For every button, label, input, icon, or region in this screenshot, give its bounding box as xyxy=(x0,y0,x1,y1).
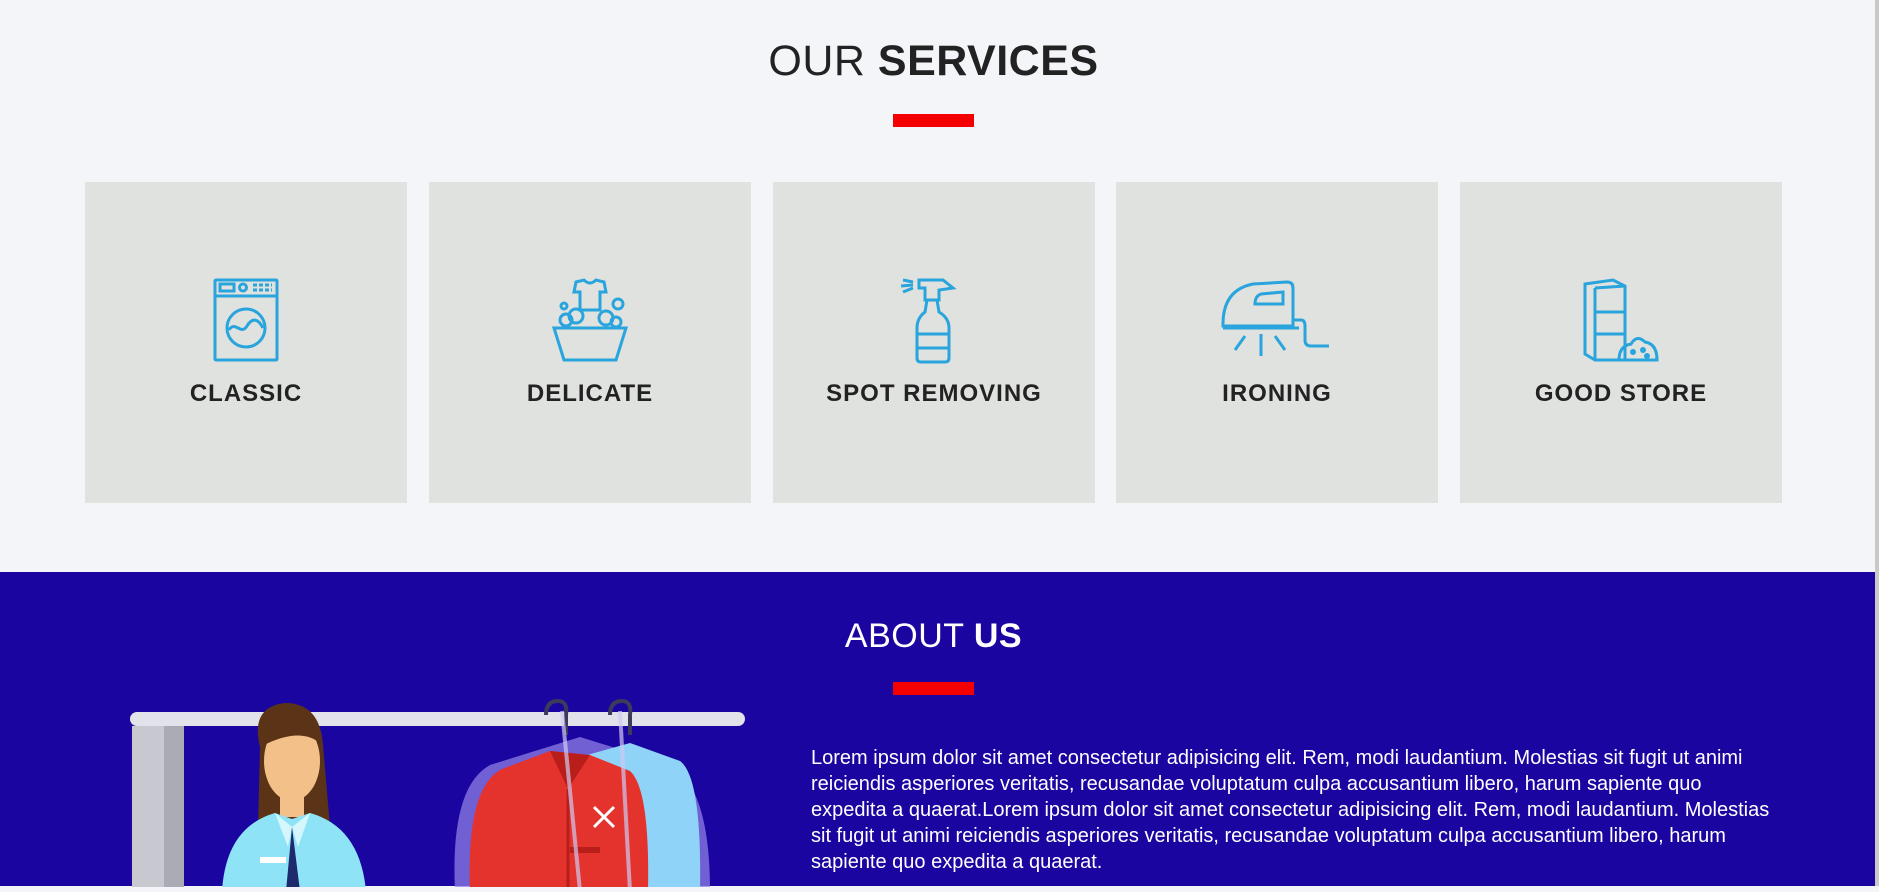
service-card-classic[interactable]: CLASSIC xyxy=(85,182,407,503)
spray-bottle-icon xyxy=(773,276,1095,364)
about-section: ABOUT US Lorem ipsum dolor sit amet cons… xyxy=(0,572,1879,892)
service-card-good-store[interactable]: GOOD STORE xyxy=(1460,182,1782,503)
service-card-delicate[interactable]: DELICATE xyxy=(429,182,751,503)
about-title: ABOUT US xyxy=(0,617,1867,656)
washing-machine-icon xyxy=(85,276,407,364)
service-label: IRONING xyxy=(1222,380,1332,407)
iron-icon xyxy=(1116,276,1438,364)
about-title-bold: US xyxy=(973,617,1023,655)
title-underline xyxy=(893,114,974,127)
service-label: DELICATE xyxy=(526,380,654,407)
service-card-ironing[interactable]: IRONING xyxy=(1116,182,1438,503)
title-underline xyxy=(893,682,974,695)
about-title-light: ABOUT xyxy=(844,617,964,655)
laundry-attendant-illustration xyxy=(110,697,750,892)
hand-wash-basin-icon xyxy=(429,276,751,364)
service-label: CLASSIC xyxy=(189,380,303,407)
about-paragraph: Lorem ipsum dolor sit amet consectetur a… xyxy=(811,747,1770,873)
services-section: OUR SERVICES CLASSIC DELICATE SPOT REMOV… xyxy=(0,0,1879,572)
services-title-light: OUR xyxy=(768,37,866,85)
service-card-spot-removing[interactable]: SPOT REMOVING xyxy=(773,182,1095,503)
services-title: OUR SERVICES xyxy=(0,37,1867,86)
scrollbar[interactable] xyxy=(1875,0,1879,886)
service-label: SPOT REMOVING xyxy=(826,380,1042,407)
services-title-bold: SERVICES xyxy=(877,37,1099,85)
storage-box-icon xyxy=(1460,276,1782,364)
service-label: GOOD STORE xyxy=(1534,380,1708,407)
